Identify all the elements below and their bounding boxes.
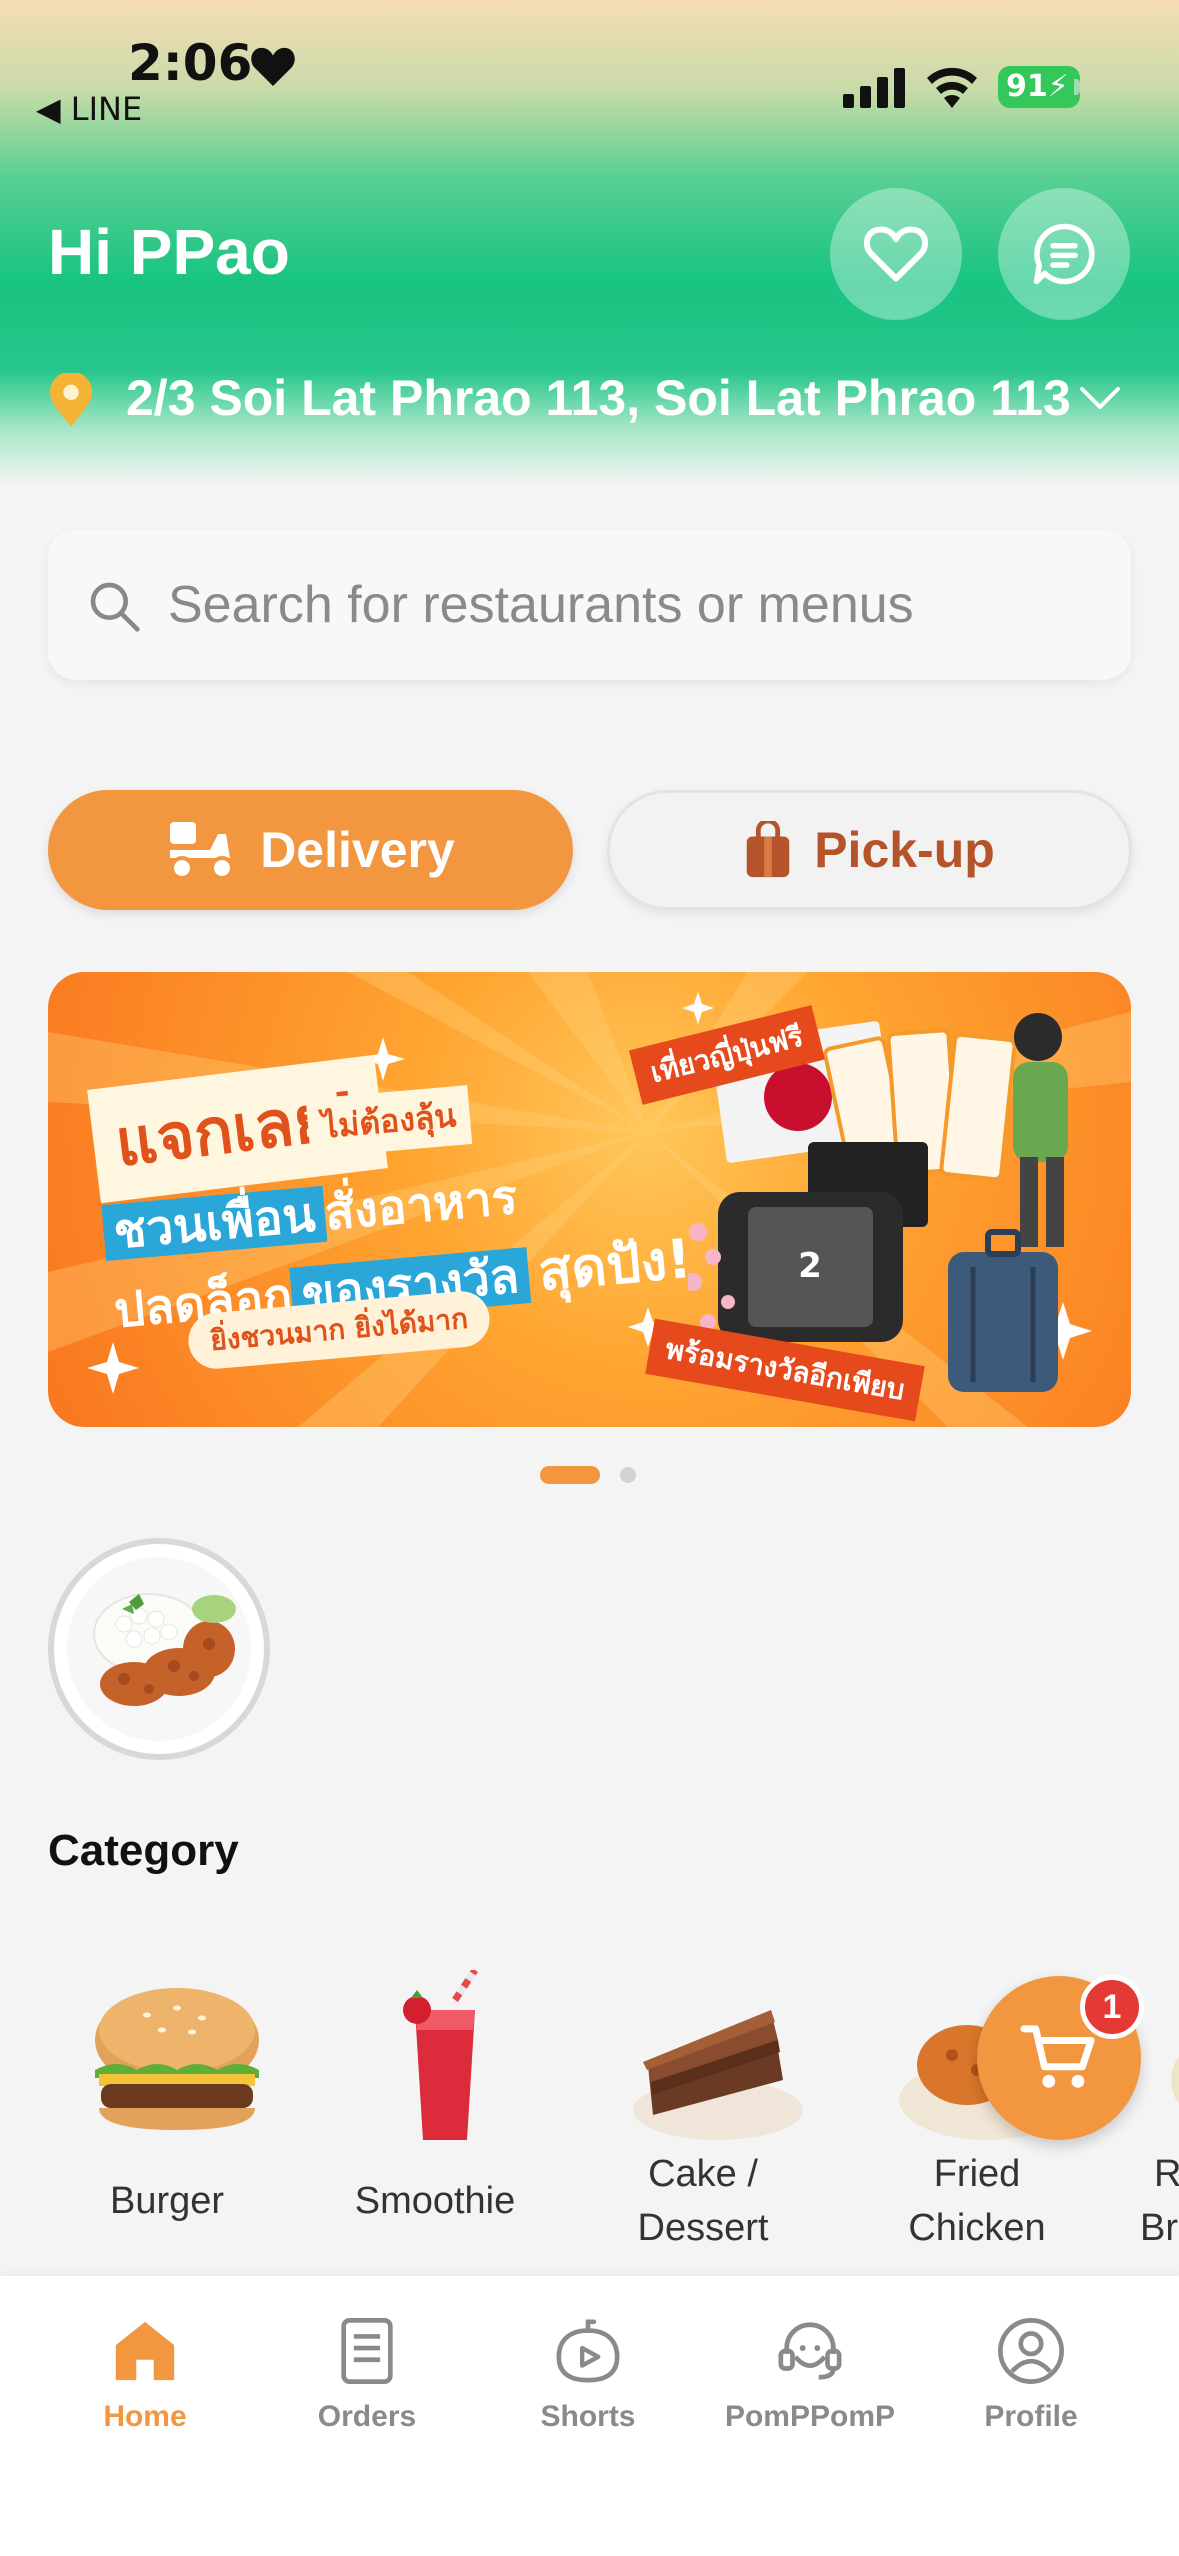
cake-image — [633, 2010, 803, 2140]
address-text: 2/3 Soi Lat Phrao 113, Soi Lat Phrao 113 — [126, 370, 1071, 426]
svg-text:2: 2 — [798, 1246, 822, 1286]
address-selector[interactable]: 2/3 Soi Lat Phrao 113, Soi Lat Phrao 113 — [48, 365, 1138, 435]
battery-nub — [1074, 79, 1080, 95]
category-item-smoothie[interactable]: Smoothie — [310, 1950, 560, 2280]
category-item-burger[interactable]: Burger — [42, 1950, 292, 2280]
category-label-line-2: Br — [1140, 2207, 1178, 2249]
orders-icon — [341, 2318, 393, 2384]
nav-pompomp[interactable]: PomPPomP — [700, 2296, 920, 2456]
profile-icon — [998, 2318, 1064, 2384]
favorites-button[interactable] — [830, 188, 962, 320]
category-label: R — [1154, 2153, 1179, 2195]
nav-label: Shorts — [540, 2400, 636, 2433]
nav-label: PomPPomP — [724, 2400, 896, 2433]
smoothie-image — [403, 1970, 478, 2140]
chevron-down-icon — [1080, 387, 1120, 409]
back-to-line[interactable]: ◀ LINE — [36, 90, 142, 128]
status-time: 2:06 — [128, 34, 253, 92]
pickup-tab[interactable]: Pick-up — [607, 790, 1132, 910]
wifi-icon — [927, 67, 977, 108]
shorts-icon — [556, 2319, 620, 2383]
category-item-cake[interactable]: Cake / Dessert — [578, 1950, 828, 2280]
nav-label: Home — [103, 2400, 187, 2433]
category-label-line-2: Dessert — [637, 2207, 769, 2249]
shopping-bag-icon — [746, 821, 790, 878]
home-icon — [115, 2321, 175, 2381]
category-label: Burger — [109, 2180, 225, 2222]
support-headset-icon — [778, 2322, 842, 2380]
banner-line-2-emphasis: สุดปัง! — [535, 1226, 694, 1303]
greeting: Hi PPao — [48, 216, 290, 288]
banner-pagination — [540, 1466, 640, 1486]
rice-bowl-image — [1171, 2056, 1179, 2104]
promo-banner[interactable]: แจกเลย! ไม่ต้องลุ้น ชวนเพื่อน สั่งอาหาร ป… — [48, 972, 1131, 1427]
delivery-label: Delivery — [260, 822, 455, 878]
cart-badge: 1 — [1080, 1975, 1144, 2039]
pickup-label: Pick-up — [814, 822, 995, 878]
location-pin-icon — [49, 373, 93, 427]
search-bar[interactable] — [48, 530, 1131, 680]
battery-indicator: 91⚡ — [998, 66, 1080, 108]
search-icon — [90, 582, 140, 632]
nav-profile[interactable]: Profile — [921, 2296, 1141, 2456]
heart-icon — [863, 226, 929, 282]
nav-home[interactable]: Home — [35, 2296, 255, 2456]
nav-label: Orders — [317, 2400, 417, 2433]
category-label-line-2: Chicken — [908, 2207, 1046, 2249]
nav-orders[interactable]: Orders — [257, 2296, 477, 2456]
nav-label: Profile — [984, 2400, 1078, 2433]
search-input[interactable] — [168, 570, 1088, 640]
category-label: Smoothie — [354, 2180, 516, 2222]
delivery-scooter-icon — [170, 822, 235, 880]
bottom-navigation: Home Orders Shorts PomPPomP Profile — [0, 2276, 1179, 2556]
story-avatar[interactable] — [48, 1538, 270, 1760]
nav-shorts[interactable]: Shorts — [478, 2296, 698, 2456]
chat-icon — [1033, 223, 1095, 285]
cart-icon — [1020, 2025, 1095, 2088]
signal-icon — [843, 68, 905, 108]
delivery-tab[interactable]: Delivery — [48, 790, 573, 910]
pagination-dot-active — [540, 1466, 600, 1484]
banner-line-1-rest: สั่งอาหาร — [322, 1169, 520, 1242]
heart-status-icon — [251, 47, 295, 86]
category-label: Cake / — [648, 2153, 758, 2195]
category-title: Category — [48, 1826, 239, 1875]
chicken-rice-image — [67, 1557, 251, 1741]
category-label: Fried — [933, 2153, 1021, 2195]
chat-button[interactable] — [998, 188, 1130, 320]
burger-image — [95, 1988, 259, 2130]
pagination-dot[interactable] — [620, 1467, 636, 1483]
